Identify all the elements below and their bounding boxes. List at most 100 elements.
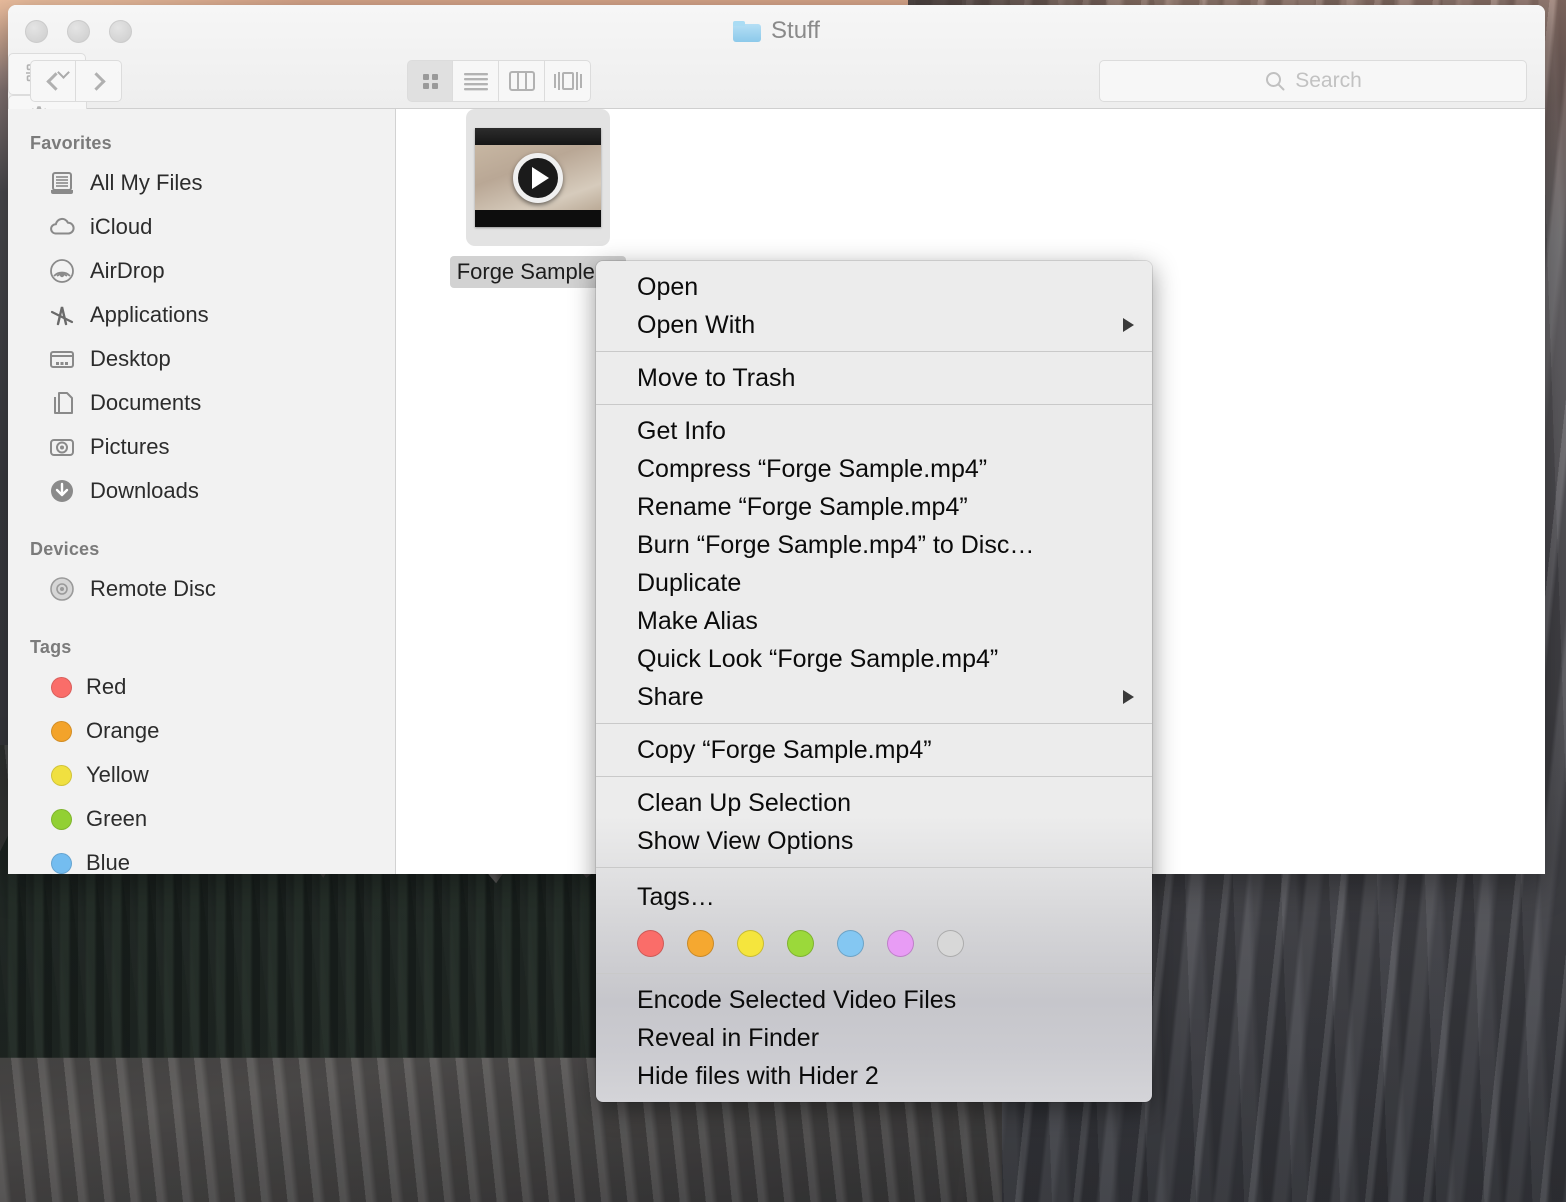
sidebar-item-documents[interactable]: Documents [8, 381, 395, 425]
menu-item-copy[interactable]: Copy “Forge Sample.mp4” [596, 731, 1152, 769]
submenu-arrow-icon [1123, 690, 1134, 704]
sidebar-item-label: Remote Disc [90, 576, 216, 601]
menu-item-tags[interactable]: Tags… [596, 878, 1152, 916]
sidebar-header-tags: Tags [30, 637, 72, 657]
yellow-tag-swatch[interactable] [737, 930, 764, 957]
menu-item-open-with[interactable]: Open With [596, 306, 1152, 344]
red-tag-swatch[interactable] [637, 930, 664, 957]
search-placeholder: Search [1295, 69, 1362, 92]
sidebar-item-label: Red [86, 674, 127, 699]
cloud-icon [48, 213, 76, 241]
menu-item-label: Hide files with Hider 2 [637, 1061, 879, 1090]
icon-view-button[interactable] [407, 60, 453, 102]
sidebar-item-pictures[interactable]: Pictures [8, 425, 395, 469]
menu-group-trash: Move to Trash [596, 352, 1152, 404]
list-icon [463, 73, 488, 91]
green-tag-dot-icon [51, 808, 72, 830]
menu-item-label: Move to Trash [637, 363, 796, 392]
sidebar-item-label: All My Files [90, 170, 203, 195]
sidebar-item-applications[interactable]: Applications [8, 293, 395, 337]
menu-item-move-to-trash[interactable]: Move to Trash [596, 359, 1152, 397]
window-title-text: Stuff [771, 17, 820, 44]
documents-icon [48, 389, 76, 417]
context-menu[interactable]: Open Open With Move to Trash Get Info Co… [596, 261, 1152, 1102]
chevron-right-icon [87, 71, 106, 91]
menu-group-tags: Tags… [596, 868, 1152, 973]
all-my-files-icon [48, 169, 76, 197]
menu-item-label: Duplicate [637, 568, 742, 597]
sidebar-item-label: Yellow [86, 762, 149, 787]
sidebar-item-airdrop[interactable]: AirDrop [8, 249, 395, 293]
sidebar-item-downloads[interactable]: Downloads [8, 469, 395, 513]
sidebar-item-all-my-files[interactable]: All My Files [8, 161, 395, 205]
menu-item-burn-to-disc[interactable]: Burn “Forge Sample.mp4” to Disc… [596, 526, 1152, 564]
video-file-icon[interactable] [466, 109, 610, 246]
sidebar-item-label: Desktop [90, 346, 171, 371]
coverflow-view-button[interactable] [545, 60, 591, 102]
menu-item-show-view-options[interactable]: Show View Options [596, 822, 1152, 860]
sidebar-item-tag-orange[interactable]: Orange [8, 709, 395, 753]
sidebar-item-label: Blue [86, 850, 131, 874]
menu-item-label: Rename “Forge Sample.mp4” [637, 492, 968, 521]
menu-item-duplicate[interactable]: Duplicate [596, 564, 1152, 602]
sidebar-item-label: Orange [86, 718, 160, 743]
menu-item-label: Clean Up Selection [637, 788, 852, 817]
column-view-button[interactable] [499, 60, 545, 102]
sidebar-item-label: iCloud [90, 214, 153, 239]
sidebar-item-tag-red[interactable]: Red [8, 665, 395, 709]
downloads-icon [48, 477, 76, 505]
menu-item-get-info[interactable]: Get Info [596, 412, 1152, 450]
menu-item-compress[interactable]: Compress “Forge Sample.mp4” [596, 450, 1152, 488]
menu-item-clean-up-selection[interactable]: Clean Up Selection [596, 784, 1152, 822]
search-field[interactable]: Search [1099, 60, 1527, 102]
sidebar-item-remote-disc[interactable]: Remote Disc [8, 567, 395, 611]
toolbar: Search [8, 53, 1545, 221]
applications-icon [48, 301, 76, 329]
menu-item-open[interactable]: Open [596, 268, 1152, 306]
menu-item-label: Share [637, 682, 704, 711]
menu-item-hide-files[interactable]: Hide files with Hider 2 [596, 1057, 1152, 1095]
list-view-button[interactable] [453, 60, 499, 102]
orange-tag-swatch[interactable] [687, 930, 714, 957]
menu-item-share[interactable]: Share [596, 678, 1152, 716]
sidebar-item-label: Green [86, 806, 148, 831]
back-button[interactable] [30, 60, 76, 102]
sidebar-item-tag-yellow[interactable]: Yellow [8, 753, 395, 797]
sidebar-item-tag-green[interactable]: Green [8, 797, 395, 841]
sidebar-item-label: Pictures [90, 434, 170, 459]
grid-icon [423, 74, 438, 89]
menu-item-label: Reveal in Finder [637, 1023, 820, 1052]
blue-tag-swatch[interactable] [837, 930, 864, 957]
sidebar-item-icloud[interactable]: iCloud [8, 205, 395, 249]
menu-item-reveal-in-finder[interactable]: Reveal in Finder [596, 1019, 1152, 1057]
menu-group-copy: Copy “Forge Sample.mp4” [596, 724, 1152, 776]
menu-item-rename[interactable]: Rename “Forge Sample.mp4” [596, 488, 1152, 526]
menu-item-label: Open [637, 272, 699, 301]
sidebar-item-tag-blue[interactable]: Blue [8, 841, 395, 874]
menu-group-file-actions: Get Info Compress “Forge Sample.mp4” Ren… [596, 405, 1152, 723]
red-tag-dot-icon [51, 676, 72, 698]
menu-item-make-alias[interactable]: Make Alias [596, 602, 1152, 640]
green-tag-swatch[interactable] [787, 930, 814, 957]
forward-button[interactable] [76, 60, 122, 102]
sidebar-header-devices: Devices [30, 539, 100, 559]
view-mode-buttons [407, 60, 591, 102]
menu-item-label: Get Info [637, 416, 726, 445]
submenu-arrow-icon [1123, 318, 1134, 332]
menu-item-label: Show View Options [637, 826, 854, 855]
menu-item-label: Tags… [637, 882, 715, 911]
desktop-icon [48, 345, 76, 373]
sidebar-item-desktop[interactable]: Desktop [8, 337, 395, 381]
menu-item-label: Make Alias [637, 606, 758, 635]
gray-tag-swatch[interactable] [937, 930, 964, 957]
yellow-tag-dot-icon [51, 764, 72, 786]
menu-item-label: Quick Look “Forge Sample.mp4” [637, 644, 999, 673]
menu-item-encode-video[interactable]: Encode Selected Video Files [596, 981, 1152, 1019]
coverflow-icon [553, 72, 582, 90]
window-titlebar: Stuff Search [8, 5, 1545, 221]
purple-tag-swatch[interactable] [887, 930, 914, 957]
menu-item-quick-look[interactable]: Quick Look “Forge Sample.mp4” [596, 640, 1152, 678]
video-thumbnail [475, 128, 601, 227]
